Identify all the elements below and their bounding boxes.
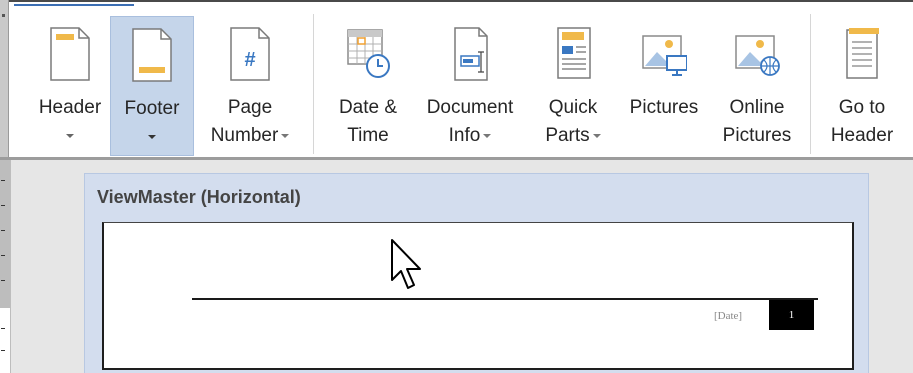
online-pictures-icon (735, 35, 780, 76)
footer-button-label: Footer (124, 98, 180, 119)
go-to-header-label-line2: Header (830, 125, 894, 146)
mouse-cursor-icon (391, 239, 421, 289)
vertical-ruler[interactable] (0, 160, 11, 373)
go-to-header-label-line1: Go to (838, 97, 886, 118)
go-to-header-button[interactable]: Go to Header (818, 16, 906, 156)
quick-parts-icon (557, 27, 591, 79)
page-number-dropdown-arrow[interactable] (281, 133, 290, 138)
page-number-box: 1 (769, 300, 814, 330)
document-info-label-line1: Document (426, 97, 514, 118)
document-info-button[interactable]: Document Info (412, 16, 528, 156)
ruler-tick (1, 255, 5, 256)
online-pictures-label-line2: Pictures (722, 125, 792, 146)
page-number-value: 1 (788, 309, 795, 321)
date-time-label-line1: Date & (338, 97, 398, 118)
ribbon-separator (313, 14, 314, 154)
ruler-tick (1, 280, 5, 281)
ruler-tick (1, 230, 5, 231)
ruler-tick (1, 350, 5, 351)
header-button-label: Header (38, 97, 102, 118)
word-window: Header Footer # Page Number Date & Time … (0, 0, 913, 373)
quick-parts-label-line2: Parts (530, 124, 616, 148)
quick-parts-button[interactable]: Quick Parts (530, 16, 616, 156)
header-icon (50, 27, 90, 81)
document-area: ViewMaster (Horizontal) [Date] 1 (0, 160, 913, 373)
ruler-tick (1, 205, 5, 206)
document-info-label-text: Info (448, 125, 481, 146)
document-info-icon (454, 27, 488, 81)
go-to-header-icon (846, 28, 879, 79)
footer-preview[interactable]: [Date] 1 (102, 222, 854, 370)
page-number-label-line1: Page (227, 97, 273, 118)
date-time-button[interactable]: Date & Time (326, 16, 410, 156)
document-info-dropdown-arrow[interactable] (483, 133, 492, 138)
ribbon-left-edge (0, 0, 9, 160)
pictures-label: Pictures (629, 97, 699, 118)
ribbon-tab-indicator (14, 4, 134, 6)
ruler-tick (1, 328, 5, 329)
pictures-button[interactable]: Pictures (618, 16, 710, 156)
ribbon-header-footer-group: Header Footer # Page Number Date & Time … (0, 0, 913, 160)
date-time-icon (347, 29, 390, 78)
date-placeholder: [Date] (714, 310, 743, 322)
online-pictures-label-line1: Online (729, 97, 785, 118)
footer-icon (132, 28, 172, 82)
footer-rule-line (192, 298, 818, 300)
document-info-label-line2: Info (412, 124, 528, 148)
gallery-item-title: ViewMaster (Horizontal) (97, 187, 301, 207)
date-time-label-line2: Time (347, 125, 389, 146)
pictures-icon (642, 35, 687, 76)
ribbon-top-border (0, 0, 913, 2)
ribbon-separator (810, 14, 811, 154)
page-number-label-line2: Number (196, 124, 304, 148)
quick-parts-label-line1: Quick (548, 97, 598, 118)
page-number-button[interactable]: # Page Number (196, 16, 304, 156)
footer-dropdown-arrow[interactable] (148, 135, 156, 139)
header-dropdown-arrow[interactable] (66, 134, 74, 138)
ruler-margin (0, 160, 10, 308)
header-button[interactable]: Header (28, 16, 112, 156)
online-pictures-button[interactable]: Online Pictures (714, 16, 800, 156)
footer-button[interactable]: Footer (110, 16, 194, 156)
footer-gallery-item-viewmaster-horizontal[interactable]: ViewMaster (Horizontal) [Date] 1 (84, 173, 869, 373)
quick-parts-label-text: Parts (545, 125, 590, 146)
page-number-label-text: Number (210, 125, 279, 146)
page-number-glyph: # (244, 49, 256, 71)
quick-parts-dropdown-arrow[interactable] (592, 133, 601, 138)
gallery-scroll-edge (900, 160, 913, 373)
ruler-tick (1, 180, 5, 181)
